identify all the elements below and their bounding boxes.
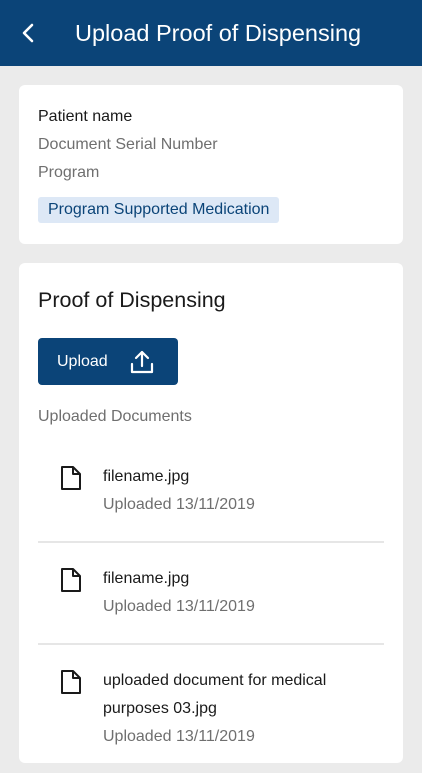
document-upload-date: Uploaded 13/11/2019 <box>103 728 255 745</box>
upload-button-label: Upload <box>57 352 108 370</box>
upload-button[interactable]: Upload <box>38 338 178 385</box>
upload-icon <box>129 349 155 375</box>
patient-name-label: Patient name <box>38 108 133 125</box>
file-icon <box>61 466 81 490</box>
proof-card: Proof of Dispensing Upload Uploaded Docu… <box>19 263 403 763</box>
uploaded-documents-heading: Uploaded Documents <box>38 408 192 425</box>
program-badge: Program Supported Medication <box>38 197 280 223</box>
app-bar: Upload Proof of Dispensing <box>0 0 422 66</box>
document-list: filename.jpg Uploaded 13/11/2019 filenam… <box>38 441 384 773</box>
patient-card: Patient name Document Serial Number Prog… <box>19 85 403 244</box>
file-icon <box>61 670 81 694</box>
program-label: Program <box>38 164 100 181</box>
back-button[interactable] <box>22 0 62 66</box>
document-name: filename.jpg <box>103 468 190 485</box>
file-icon <box>61 568 81 592</box>
list-item[interactable]: filename.jpg Uploaded 13/11/2019 <box>38 441 384 543</box>
chevron-left-icon <box>22 23 34 43</box>
list-item[interactable]: uploaded document for medical purposes 0… <box>38 645 384 773</box>
section-title: Proof of Dispensing <box>38 288 226 312</box>
document-upload-date: Uploaded 13/11/2019 <box>103 598 255 615</box>
document-name: filename.jpg <box>103 570 190 587</box>
list-item[interactable]: filename.jpg Uploaded 13/11/2019 <box>38 543 384 645</box>
document-name: uploaded document for medical purposes 0… <box>103 672 327 717</box>
document-upload-date: Uploaded 13/11/2019 <box>103 496 255 513</box>
document-serial-label: Document Serial Number <box>38 136 218 153</box>
page-title: Upload Proof of Dispensing <box>75 19 362 46</box>
